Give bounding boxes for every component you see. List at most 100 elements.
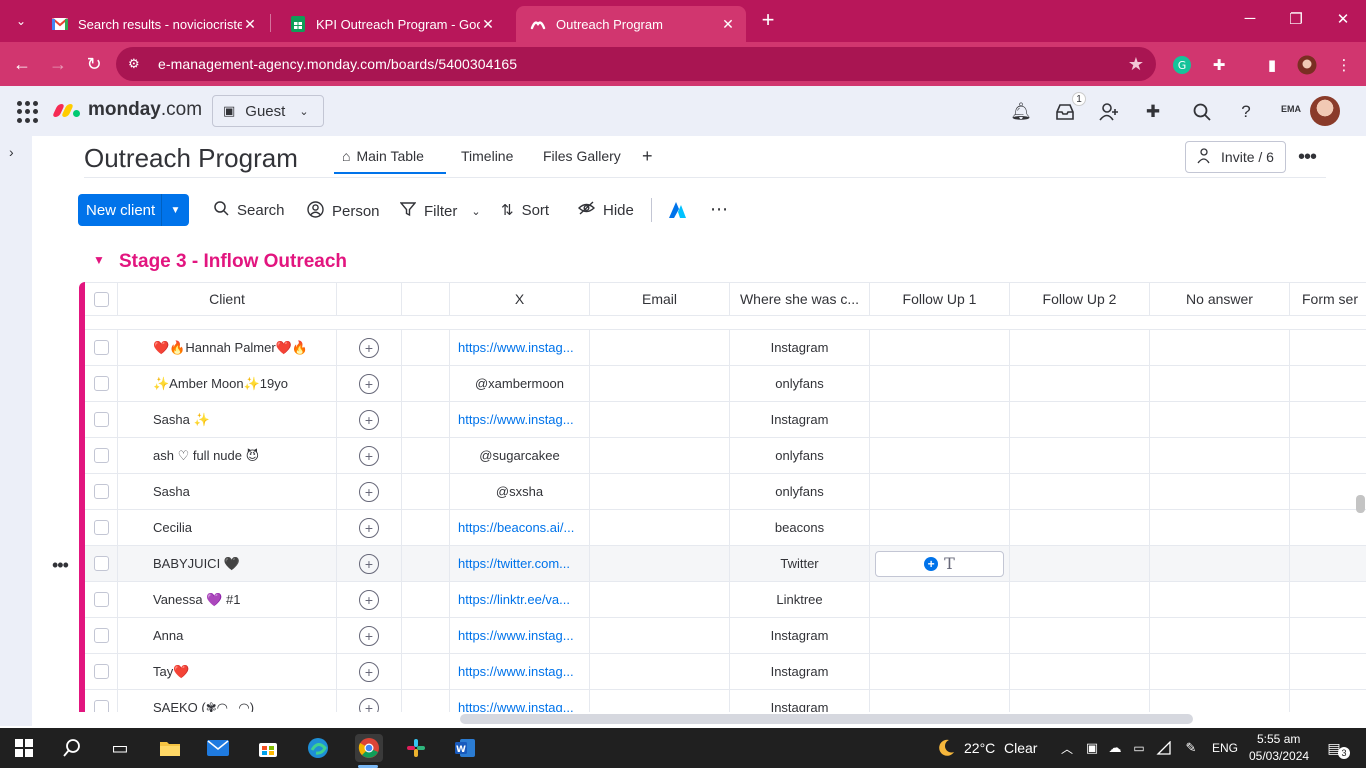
form-sent-cell[interactable]: [1290, 618, 1366, 653]
x-cell[interactable]: @sxsha: [450, 474, 590, 509]
search-icon[interactable]: [1190, 100, 1214, 124]
row-checkbox[interactable]: [93, 520, 109, 535]
where-cell[interactable]: Instagram: [730, 402, 870, 437]
column-header-x[interactable]: X: [450, 283, 590, 315]
pen-icon[interactable]: ✎: [1179, 736, 1203, 760]
invite-button[interactable]: Invite / 6: [1185, 141, 1286, 173]
email-cell[interactable]: [590, 654, 730, 689]
no-answer-cell[interactable]: [1150, 618, 1290, 653]
mail-icon[interactable]: [206, 736, 230, 760]
email-cell[interactable]: [590, 330, 730, 365]
table-row[interactable]: ❤️🔥Hannah Palmer❤️🔥 + https://www.instag..…: [85, 330, 1366, 366]
follow-up-1-cell[interactable]: [870, 654, 1010, 689]
row-checkbox[interactable]: [93, 664, 109, 679]
add-text-cell-editor[interactable]: + T: [875, 550, 1004, 577]
follow-up-1-cell[interactable]: [870, 438, 1010, 473]
client-name-cell[interactable]: SAEKO (✾◠‿◠): [118, 690, 337, 712]
where-cell[interactable]: onlyfans: [730, 474, 870, 509]
account-initials[interactable]: EMA: [1281, 104, 1301, 114]
sort-button[interactable]: ⇅ Sort: [501, 201, 549, 220]
monday-logo[interactable]: monday.com: [51, 99, 202, 121]
column-header-follow-up-1[interactable]: Follow Up 1: [870, 283, 1010, 315]
expand-sidebar-icon[interactable]: ›: [9, 144, 14, 160]
reload-icon[interactable]: ↻: [82, 52, 106, 76]
follow-up-2-cell[interactable]: [1010, 474, 1150, 509]
x-cell[interactable]: https://www.instag...: [450, 654, 590, 689]
blank-cell[interactable]: [402, 438, 450, 473]
group-title[interactable]: Stage 3 - Inflow Outreach: [119, 251, 347, 273]
follow-up-2-cell[interactable]: [1010, 510, 1150, 545]
help-icon[interactable]: ?: [1234, 100, 1258, 124]
add-update-icon[interactable]: +: [359, 445, 379, 466]
invite-members-icon[interactable]: [1097, 100, 1121, 124]
follow-up-2-cell[interactable]: [1010, 438, 1150, 473]
blank-cell[interactable]: [402, 618, 450, 653]
close-window-icon[interactable]: ✕: [1333, 10, 1353, 28]
updates-cell[interactable]: +: [337, 366, 402, 401]
edge-browser-icon[interactable]: [306, 736, 330, 760]
email-cell[interactable]: [590, 690, 730, 712]
form-sent-cell[interactable]: [1290, 510, 1366, 545]
integrations-puzzle-icon[interactable]: ✚: [1141, 100, 1165, 124]
blank-cell[interactable]: [402, 402, 450, 437]
updates-cell[interactable]: +: [337, 510, 402, 545]
x-cell[interactable]: @xambermoon: [450, 366, 590, 401]
add-update-icon[interactable]: +: [359, 337, 379, 358]
client-name-cell[interactable]: Vanessa 💜 #1: [118, 582, 337, 617]
new-client-button[interactable]: New client ▼: [78, 194, 189, 226]
no-answer-cell[interactable]: [1150, 474, 1290, 509]
client-name-cell[interactable]: Cecilia: [118, 510, 337, 545]
where-cell[interactable]: beacons: [730, 510, 870, 545]
table-row[interactable]: Sasha + @sxsha onlyfans: [85, 474, 1366, 510]
language-indicator[interactable]: ENG: [1212, 741, 1238, 755]
email-cell[interactable]: [590, 546, 730, 581]
word-icon[interactable]: W: [453, 736, 477, 760]
minimize-icon[interactable]: ─: [1240, 10, 1260, 27]
add-update-icon[interactable]: +: [359, 589, 379, 610]
board-menu-icon[interactable]: •••: [1298, 146, 1317, 169]
column-header-follow-up-2[interactable]: Follow Up 2: [1010, 283, 1150, 315]
follow-up-1-cell[interactable]: [870, 618, 1010, 653]
column-header-client[interactable]: Client: [118, 283, 337, 315]
blank-cell[interactable]: [402, 546, 450, 581]
table-row[interactable]: Cecilia + https://beacons.ai/... beacons: [85, 510, 1366, 546]
select-all-checkbox[interactable]: [93, 291, 109, 307]
no-answer-cell[interactable]: [1150, 690, 1290, 712]
row-checkbox[interactable]: [93, 484, 109, 499]
table-row[interactable]: ✨Amber Moon✨19yo + @xambermoon onlyfans: [85, 366, 1366, 402]
grammarly-icon[interactable]: G: [1171, 54, 1193, 76]
client-name-cell[interactable]: ash ♡ full nude 😈: [118, 438, 337, 473]
chevron-down-icon[interactable]: ⌄: [471, 205, 480, 218]
x-cell[interactable]: https://twitter.com...: [450, 546, 590, 581]
email-cell[interactable]: [590, 582, 730, 617]
x-handle[interactable]: https://www.instag...: [458, 628, 574, 643]
where-cell[interactable]: onlyfans: [730, 366, 870, 401]
follow-up-2-cell[interactable]: [1010, 582, 1150, 617]
form-sent-cell[interactable]: [1290, 690, 1366, 712]
updates-cell[interactable]: +: [337, 402, 402, 437]
form-sent-cell[interactable]: [1290, 546, 1366, 581]
meet-now-icon[interactable]: ▣: [1080, 736, 1104, 760]
blank-cell[interactable]: [402, 510, 450, 545]
no-answer-cell[interactable]: [1150, 438, 1290, 473]
column-header-blank[interactable]: [402, 283, 450, 315]
add-view-icon[interactable]: +: [642, 146, 653, 167]
person-filter-button[interactable]: Person: [307, 201, 380, 222]
add-update-icon[interactable]: +: [359, 517, 379, 538]
updates-cell[interactable]: +: [337, 330, 402, 365]
task-view-icon[interactable]: ▭: [108, 736, 132, 760]
row-checkbox[interactable]: [93, 556, 109, 571]
row-checkbox[interactable]: [93, 376, 109, 391]
updates-cell[interactable]: +: [337, 654, 402, 689]
follow-up-1-cell[interactable]: [870, 402, 1010, 437]
follow-up-1-cell[interactable]: [870, 366, 1010, 401]
row-checkbox[interactable]: [93, 448, 109, 463]
email-cell[interactable]: [590, 402, 730, 437]
row-checkbox[interactable]: [93, 628, 109, 643]
column-header-no-answer[interactable]: No answer: [1150, 283, 1290, 315]
email-cell[interactable]: [590, 474, 730, 509]
x-handle[interactable]: https://www.instag...: [458, 412, 574, 427]
email-cell[interactable]: [590, 510, 730, 545]
where-cell[interactable]: Instagram: [730, 690, 870, 712]
updates-cell[interactable]: +: [337, 474, 402, 509]
